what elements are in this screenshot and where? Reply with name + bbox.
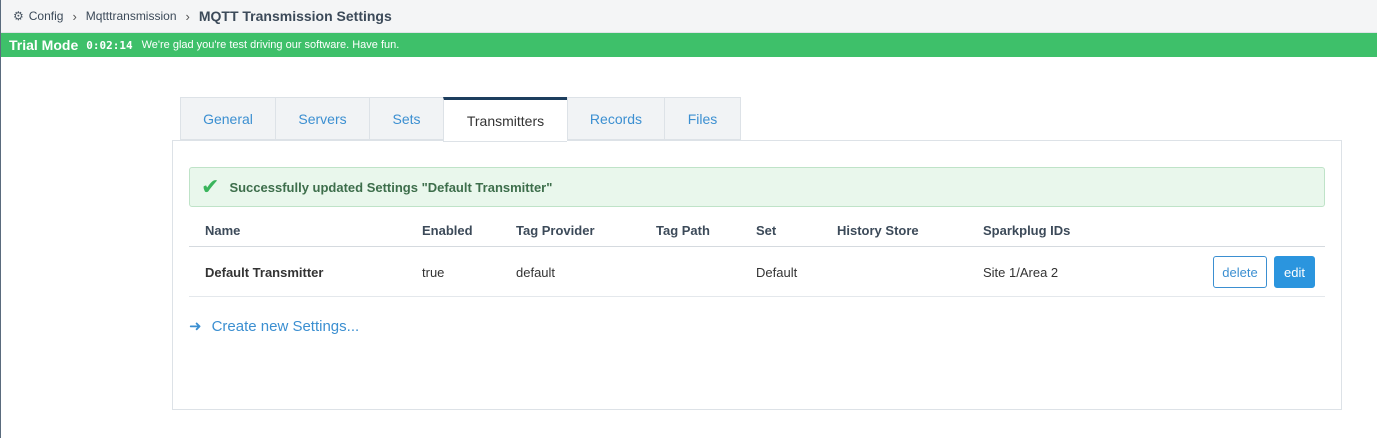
column-header-enabled: Enabled bbox=[422, 223, 473, 238]
tab-servers[interactable]: Servers bbox=[275, 97, 369, 140]
create-new-settings-label: Create new Settings... bbox=[211, 317, 360, 335]
alert-message: Successfully updated Settings "Default T… bbox=[229, 179, 553, 195]
tab-records[interactable]: Records bbox=[567, 97, 664, 140]
check-icon: ✔ bbox=[201, 174, 220, 199]
left-border bbox=[0, 0, 1, 438]
column-header-history-store: History Store bbox=[837, 223, 919, 238]
cell-tag-provider: default bbox=[516, 265, 556, 280]
chevron-right-icon: › bbox=[72, 8, 77, 24]
gear-icon: ⚙ bbox=[13, 9, 24, 23]
tab-transmitters[interactable]: Transmitters bbox=[443, 97, 567, 142]
success-alert: ✔ Successfully updated Settings "Default… bbox=[189, 167, 1325, 207]
arrow-right-icon: ➜ bbox=[189, 318, 202, 335]
trial-message: We're glad you're test driving our softw… bbox=[141, 39, 400, 51]
column-header-name: Name bbox=[205, 223, 241, 238]
trial-banner: Trial Mode 0:02:14 We're glad you're tes… bbox=[1, 33, 1377, 57]
cell-set: Default bbox=[756, 265, 798, 280]
table-row-divider bbox=[189, 296, 1325, 297]
tab-sets[interactable]: Sets bbox=[369, 97, 443, 140]
trial-mode-label: Trial Mode bbox=[9, 37, 79, 53]
tab-general[interactable]: General bbox=[180, 97, 275, 140]
chevron-right-icon: › bbox=[185, 8, 190, 24]
table-header-divider bbox=[189, 246, 1325, 247]
tab-files[interactable]: Files bbox=[664, 97, 741, 140]
column-header-tag-path: Tag Path bbox=[656, 223, 710, 238]
cell-sparkplug-ids: Site 1/Area 2 bbox=[983, 265, 1059, 280]
edit-button[interactable]: edit bbox=[1274, 256, 1315, 288]
delete-button[interactable]: delete bbox=[1213, 256, 1267, 288]
create-new-settings-link[interactable]: ➜ Create new Settings... bbox=[189, 317, 360, 336]
column-header-tag-provider: Tag Provider bbox=[516, 223, 595, 238]
page-title: MQTT Transmission Settings bbox=[198, 8, 392, 24]
column-header-set: Set bbox=[756, 223, 777, 238]
settings-tabs: General Servers Sets Transmitters Record… bbox=[180, 97, 741, 142]
trial-timer: 0:02:14 bbox=[86, 38, 133, 52]
cell-name: Default Transmitter bbox=[205, 265, 324, 280]
breadcrumb: ⚙ Config › Mqtttransmission › MQTT Trans… bbox=[1, 0, 1377, 33]
breadcrumb-mqtttransmission[interactable]: Mqtttransmission bbox=[86, 9, 177, 23]
breadcrumb-config[interactable]: Config bbox=[29, 9, 64, 23]
cell-enabled: true bbox=[422, 265, 445, 280]
column-header-sparkplug-ids: Sparkplug IDs bbox=[983, 223, 1071, 238]
